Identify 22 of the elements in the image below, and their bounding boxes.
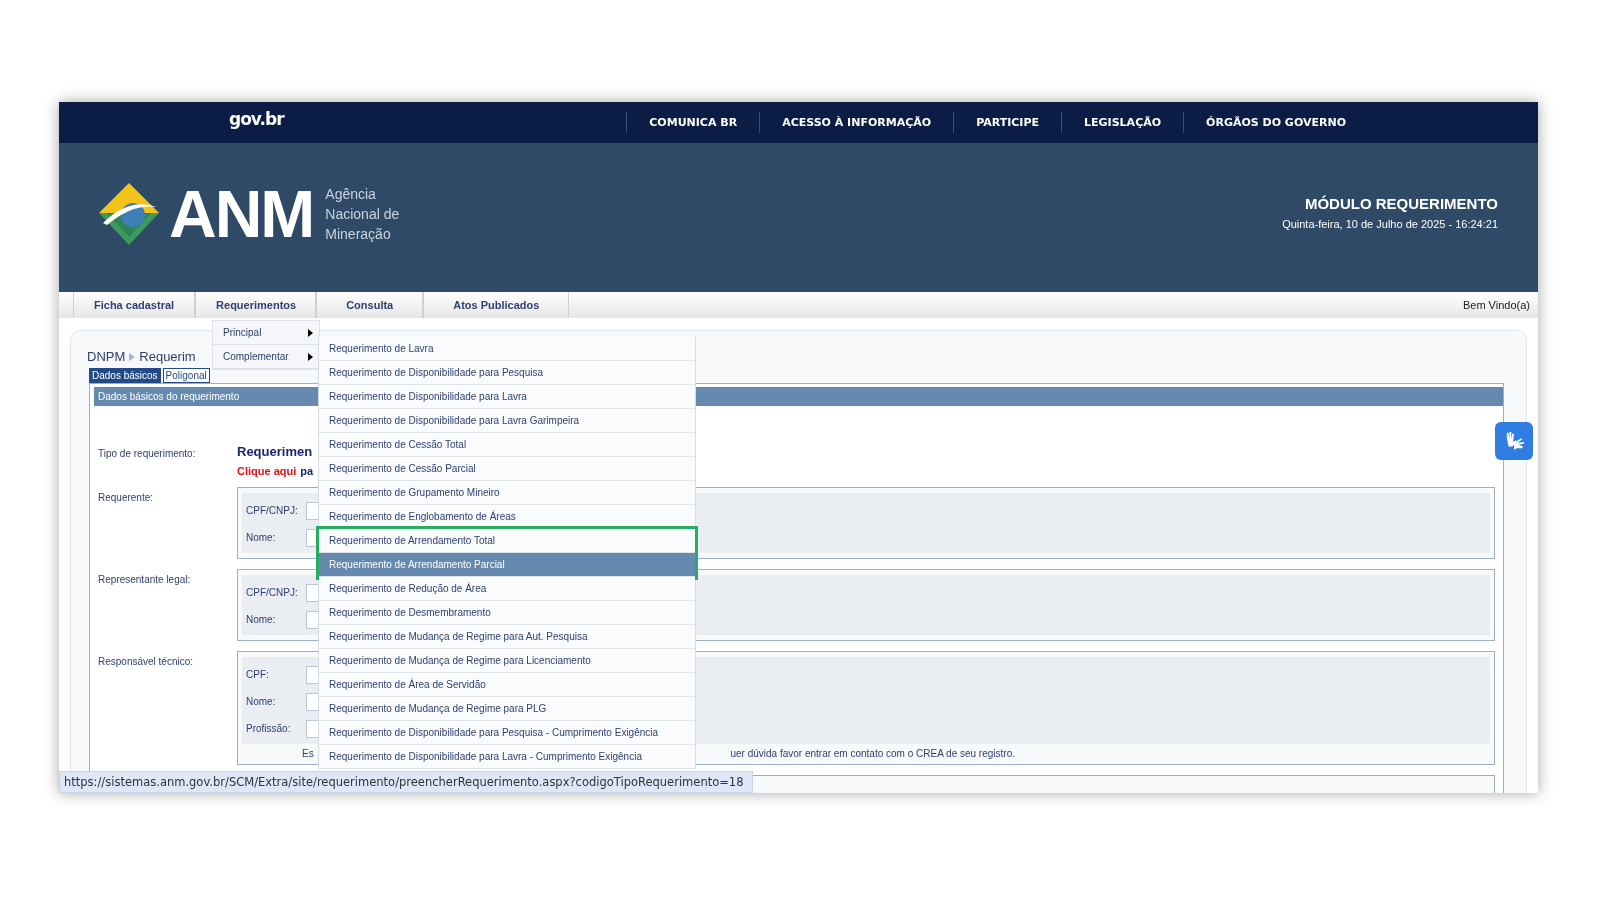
status-url: https://sistemas.anm.gov.br/SCM/Extra/site/requerimento/preencherRequerimento.aspx?codigoTipoRequerimento=18 <box>59 771 753 793</box>
agency-acronym: ANM <box>169 180 314 247</box>
field-label: Tipo de requerimento: <box>97 447 197 459</box>
field-label: CPF/CNPJ: <box>246 505 299 516</box>
field-label: CPF/CNPJ: <box>246 587 299 598</box>
module-title: MÓDULO REQUERIMENTO <box>1303 195 1498 212</box>
requirement-type: Requerimen <box>237 444 314 459</box>
welcome-text: Bem Vindo(a) <box>1462 299 1530 311</box>
field-label: Requerente: <box>97 491 155 503</box>
field-label: CPF: <box>246 669 270 680</box>
instruction-text: pa <box>300 465 314 477</box>
field-label: Profissão: <box>246 723 292 734</box>
breadcrumb-current: Requerim <box>139 349 196 364</box>
field-label: Nome: <box>246 696 277 707</box>
note-text: Es <box>302 748 314 759</box>
agency-name: Agência Nacional de Mineração <box>325 184 401 244</box>
field-label: Nome: <box>246 532 277 543</box>
field-label: Representante legal: <box>97 573 192 585</box>
field-label: Nome: <box>246 614 277 625</box>
note-text: uer dúvida favor entrar em contato com o CREA de seu registro. <box>730 748 1015 759</box>
field-label: Responsável técnico: <box>97 655 195 667</box>
date-time: Quinta-feira, 10 de Julho de 2025 - 16:24:21 <box>1282 218 1498 230</box>
